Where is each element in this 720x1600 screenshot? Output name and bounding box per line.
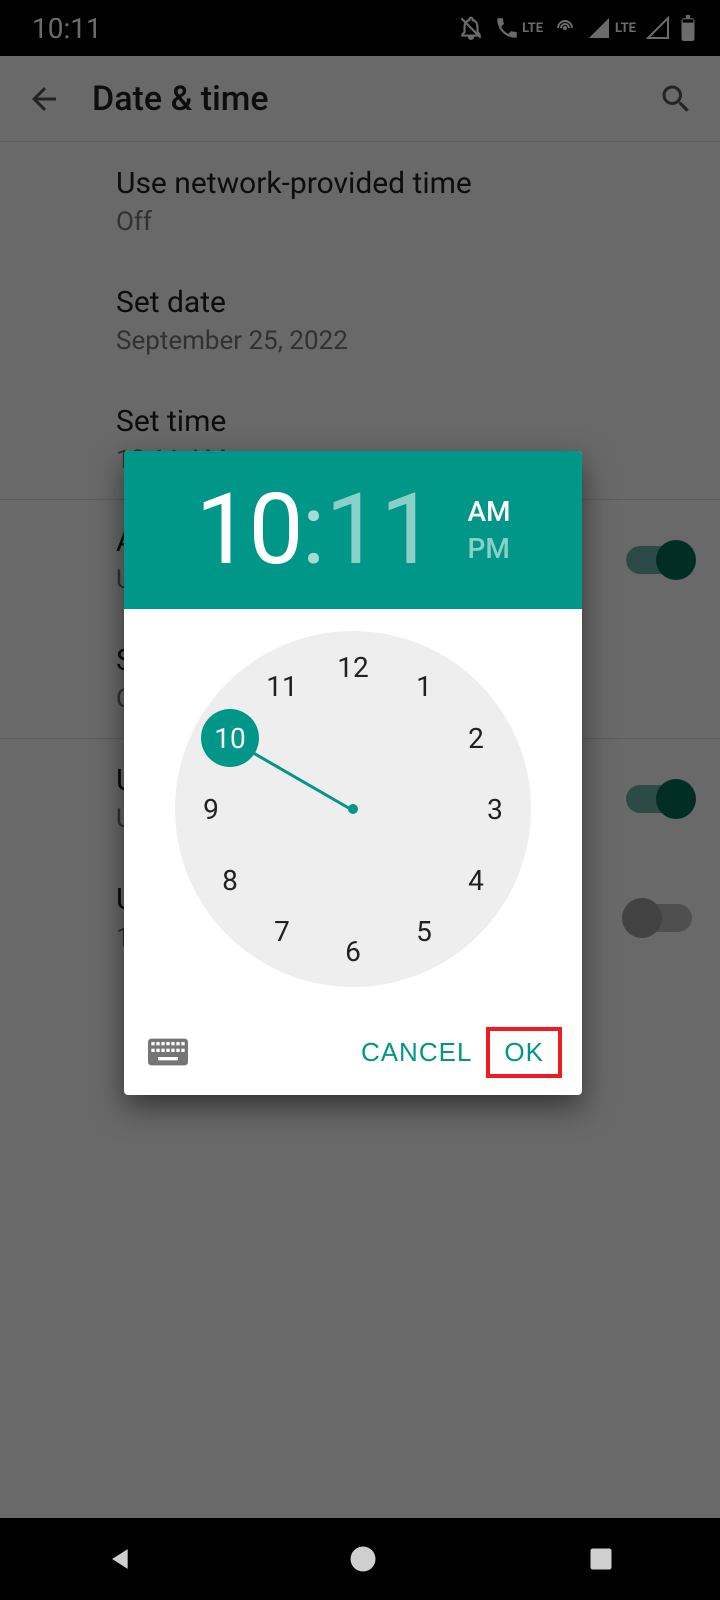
time-display: 10 : 11 bbox=[195, 481, 435, 579]
keyboard-icon bbox=[148, 1037, 188, 1067]
time-picker-dialog: 10 : 11 AM PM 121234567891011 CANCEL OK bbox=[124, 451, 582, 1095]
minute-display[interactable]: 11 bbox=[325, 481, 435, 579]
clock-hour-11[interactable]: 11 bbox=[262, 666, 302, 706]
am-button[interactable]: AM bbox=[467, 495, 510, 528]
system-nav-bar bbox=[0, 1518, 720, 1600]
pm-button[interactable]: PM bbox=[467, 532, 510, 565]
hour-display[interactable]: 10 bbox=[195, 481, 301, 579]
circle-home-icon bbox=[348, 1544, 378, 1574]
time-picker-header: 10 : 11 AM PM bbox=[124, 451, 582, 609]
nav-back-button[interactable] bbox=[105, 1542, 139, 1576]
clock-hour-1[interactable]: 1 bbox=[404, 666, 444, 706]
square-recent-icon bbox=[587, 1545, 615, 1573]
clock-hour-9[interactable]: 9 bbox=[191, 789, 231, 829]
time-colon: : bbox=[302, 481, 326, 579]
cancel-button[interactable]: CANCEL bbox=[347, 1027, 486, 1078]
nav-home-button[interactable] bbox=[348, 1544, 378, 1574]
triangle-back-icon bbox=[105, 1542, 139, 1576]
keyboard-mode-button[interactable] bbox=[144, 1028, 192, 1076]
dialog-actions: CANCEL OK bbox=[124, 1009, 582, 1095]
clock-hour-5[interactable]: 5 bbox=[404, 912, 444, 952]
clock-hour-8[interactable]: 8 bbox=[210, 860, 250, 900]
nav-recent-button[interactable] bbox=[587, 1545, 615, 1573]
clock-hour-7[interactable]: 7 bbox=[262, 912, 302, 952]
clock-hour-3[interactable]: 3 bbox=[475, 789, 515, 829]
clock-area: 12 12 3 45678 9 1011 bbox=[124, 609, 582, 1009]
clock-hour-2[interactable]: 2 bbox=[456, 718, 496, 758]
clock-face[interactable]: 12 12 3 45678 9 1011 bbox=[175, 631, 531, 987]
ok-button[interactable]: OK bbox=[486, 1027, 562, 1078]
clock-hour-4[interactable]: 4 bbox=[456, 860, 496, 900]
clock-hour-12[interactable]: 12 bbox=[333, 647, 373, 687]
clock-hour-6[interactable]: 6 bbox=[333, 931, 373, 971]
clock-hour-selected[interactable]: 10 bbox=[201, 709, 259, 767]
ampm-selector: AM PM bbox=[467, 495, 510, 565]
